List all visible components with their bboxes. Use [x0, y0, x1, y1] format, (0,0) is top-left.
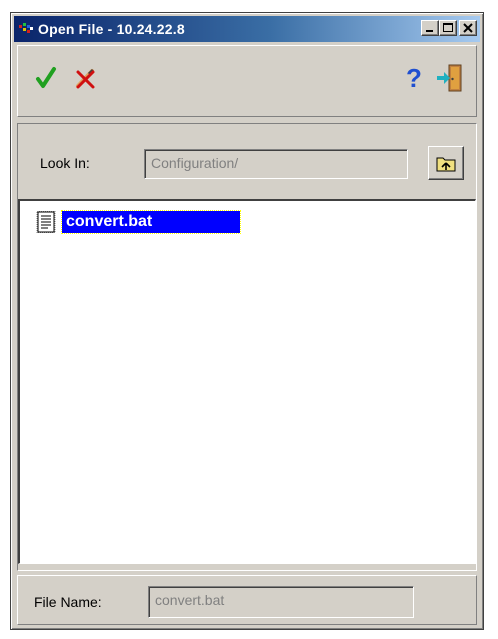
app-icon — [19, 22, 33, 36]
browse-panel: Look In: Configuration/ convert.bat — [17, 123, 477, 571]
window-title: Open File - 10.24.22.8 — [38, 21, 185, 37]
open-file-dialog: Open File - 10.24.22.8 ? Look In: Config… — [10, 12, 484, 630]
exit-door-icon — [437, 64, 462, 92]
up-folder-icon — [436, 157, 456, 172]
exit-button[interactable] — [434, 62, 466, 94]
toolbar: ? — [17, 45, 477, 117]
file-list[interactable]: convert.bat — [18, 199, 476, 564]
title-bar[interactable]: Open File - 10.24.22.8 — [14, 16, 480, 42]
close-icon — [463, 23, 473, 33]
file-name-label-static: File Name: — [34, 594, 102, 610]
cancel-pencil-icon — [76, 68, 95, 89]
file-name-field[interactable]: convert.bat — [148, 586, 414, 618]
file-name-label[interactable]: convert.bat — [61, 210, 241, 234]
maximize-icon — [443, 23, 453, 32]
close-button[interactable] — [459, 20, 477, 36]
maximize-button[interactable] — [439, 20, 457, 36]
file-name-bar: File Name: convert.bat — [17, 575, 477, 625]
cancel-button[interactable] — [70, 62, 102, 94]
question-mark-icon: ? — [406, 62, 422, 93]
text-file-icon — [36, 211, 56, 233]
look-in-path-field: Configuration/ — [144, 149, 408, 179]
minimize-button[interactable] — [421, 20, 439, 36]
minimize-icon — [426, 30, 433, 32]
up-folder-button[interactable] — [428, 146, 464, 180]
help-button[interactable]: ? — [398, 62, 430, 94]
look-in-label: Look In: — [40, 155, 90, 171]
list-item[interactable]: convert.bat — [36, 210, 241, 234]
ok-button[interactable] — [30, 62, 62, 94]
checkmark-icon — [36, 67, 56, 88]
